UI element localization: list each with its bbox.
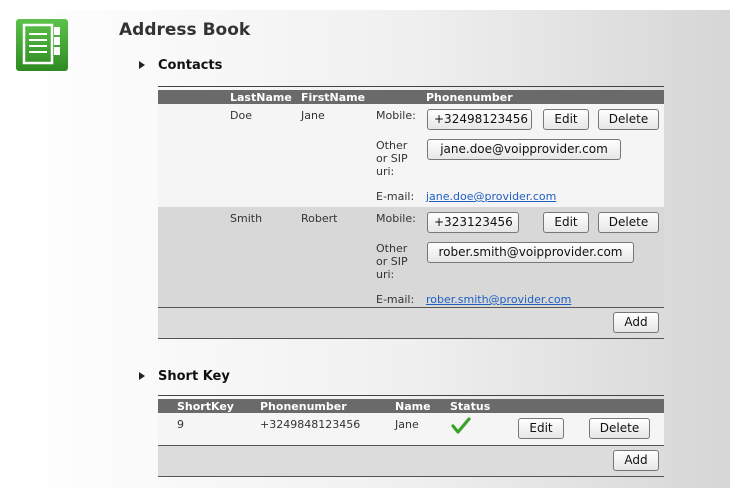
contact-sip-button[interactable]: jane.doe@voipprovider.com <box>427 139 621 160</box>
col-shortkey: ShortKey <box>177 400 234 413</box>
other-sip-label: Other or SIP uri: <box>376 139 408 178</box>
contact-mobile-button[interactable]: +32498123456 <box>427 109 532 130</box>
contact-mobile-button[interactable]: +323123456 <box>427 212 519 233</box>
other-sip-label-line1: Other <box>376 139 408 152</box>
email-label: E-mail: <box>376 293 415 306</box>
contact-edit-button[interactable]: Edit <box>543 109 589 130</box>
contact-sip-button[interactable]: rober.smith@voipprovider.com <box>427 242 634 263</box>
email-label: E-mail: <box>376 190 415 203</box>
mobile-label: Mobile: <box>376 109 416 122</box>
other-sip-label-line2: or SIP <box>376 255 408 268</box>
shortkey-row: 9 +3249848123456 Jane Edit Delete <box>158 413 664 445</box>
col-lastname: LastName <box>230 91 292 104</box>
other-sip-label-line2: or SIP <box>376 152 408 165</box>
col-phonenumber: Phonenumber <box>260 400 347 413</box>
contact-edit-button[interactable]: Edit <box>543 212 589 233</box>
col-status: Status <box>450 400 491 413</box>
other-sip-label-line3: uri: <box>376 165 395 178</box>
page-title: Address Book <box>119 20 251 40</box>
other-sip-label: Other or SIP uri: <box>376 242 408 281</box>
shortkey-add-button[interactable]: Add <box>613 450 659 471</box>
shortkey-table-top-rule <box>158 395 664 396</box>
contact-delete-button[interactable]: Delete <box>598 212 659 233</box>
address-book-icon <box>16 19 68 71</box>
mobile-label: Mobile: <box>376 212 416 225</box>
contact-row: Doe Jane Mobile: +32498123456 Edit Delet… <box>158 104 664 207</box>
contact-lastname: Doe <box>230 109 252 122</box>
contacts-table-header: LastName FirstName Phonenumber <box>158 90 664 104</box>
contact-delete-button[interactable]: Delete <box>598 109 659 130</box>
contacts-table-footer: Add <box>158 307 664 339</box>
col-firstname: FirstName <box>301 91 366 104</box>
contacts-section-title: Contacts <box>158 58 223 73</box>
contacts-expand-arrow-icon[interactable] <box>139 61 145 69</box>
col-phonenumber: Phonenumber <box>426 91 513 104</box>
shortkey-table: ShortKey Phonenumber Name Status 9 +3249… <box>158 395 664 477</box>
shortkey-key: 9 <box>177 418 184 431</box>
contact-row: Smith Robert Mobile: +323123456 Edit Del… <box>158 207 664 307</box>
contact-firstname: Robert <box>301 212 338 225</box>
contact-email-link[interactable]: jane.doe@provider.com <box>426 190 556 203</box>
col-name: Name <box>395 400 431 413</box>
contact-email-link[interactable]: rober.smith@provider.com <box>426 293 571 306</box>
shortkey-expand-arrow-icon[interactable] <box>139 372 145 380</box>
shortkey-table-footer: Add <box>158 445 664 477</box>
shortkey-table-header: ShortKey Phonenumber Name Status <box>158 399 664 413</box>
shortkey-section-title: Short Key <box>158 369 230 384</box>
shortkey-edit-button[interactable]: Edit <box>518 418 564 439</box>
other-sip-label-line1: Other <box>376 242 408 255</box>
contacts-add-button[interactable]: Add <box>613 312 659 333</box>
checkmark-icon <box>451 417 471 438</box>
contact-firstname: Jane <box>301 109 325 122</box>
shortkey-phonenumber: +3249848123456 <box>260 418 361 431</box>
other-sip-label-line3: uri: <box>376 268 395 281</box>
contact-lastname: Smith <box>230 212 263 225</box>
contacts-table-top-rule <box>158 86 664 87</box>
contacts-table: LastName FirstName Phonenumber Doe Jane … <box>158 86 664 339</box>
shortkey-delete-button[interactable]: Delete <box>589 418 650 439</box>
shortkey-name: Jane <box>395 418 419 431</box>
